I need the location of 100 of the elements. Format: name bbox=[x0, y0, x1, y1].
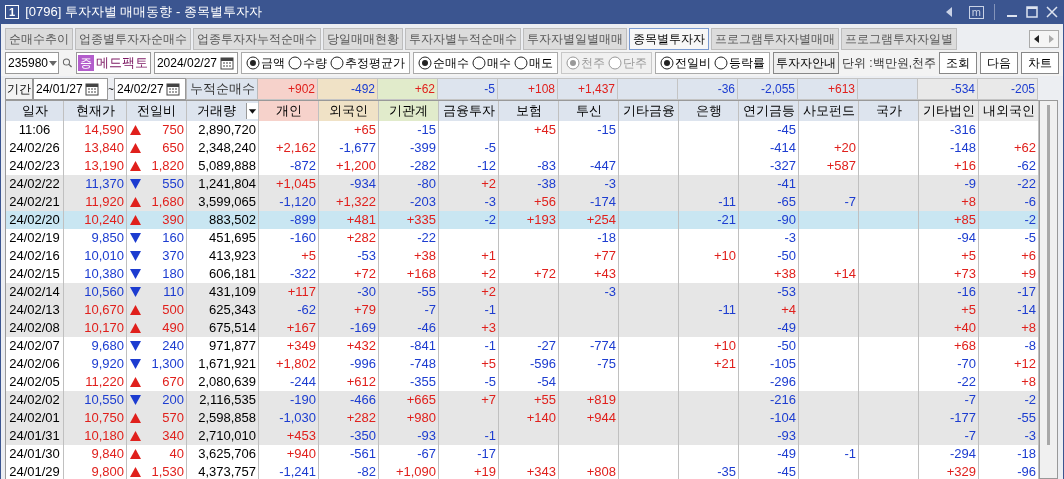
market-badge: 증 bbox=[78, 55, 94, 71]
scrollbar[interactable] bbox=[1040, 100, 1058, 479]
table-cell-text: 340 bbox=[161, 427, 184, 445]
date-field[interactable]: 2024/02/27 bbox=[153, 52, 238, 74]
table-cell-text: 1,680 bbox=[150, 193, 184, 211]
toolbar-button[interactable]: 다음 bbox=[980, 52, 1018, 74]
column-header[interactable]: 사모펀드 bbox=[799, 101, 859, 122]
toolbar-button[interactable]: 차트 bbox=[1021, 52, 1059, 74]
close-icon[interactable] bbox=[1045, 5, 1059, 19]
table-cell: +343 bbox=[499, 463, 559, 479]
column-header[interactable]: 연기금등 bbox=[739, 101, 799, 122]
table-row[interactable]: 24/02/02 10,550 200 2,116,535 -190 -466 +665 +7 +55 +819 -216 -7 -2 bbox=[6, 391, 1039, 409]
column-header[interactable]: 국가 bbox=[859, 101, 919, 122]
total-cell: -36 bbox=[678, 78, 738, 100]
tab[interactable]: 프로그램투자자일별 bbox=[841, 28, 957, 50]
column-header[interactable]: 전일비 bbox=[127, 101, 187, 122]
table-row[interactable]: 24/02/19 9,850 160 451,695 -160 +282 -22 -18 -3 -94 -5 bbox=[6, 229, 1039, 247]
tab[interactable]: 당일매매현황 bbox=[323, 28, 403, 50]
tab[interactable]: 종목별투자자 bbox=[629, 28, 709, 50]
from-date-field[interactable]: 24/01/27 bbox=[33, 78, 108, 100]
column-header[interactable]: 은행 bbox=[679, 101, 739, 122]
table-row[interactable]: 24/02/22 11,370 550 1,241,804 +1,045 -934 -80 +2 -38 -3 -41 -9 -22 bbox=[6, 175, 1039, 193]
menu-button[interactable]: m bbox=[968, 5, 984, 19]
table-row[interactable]: 24/02/13 10,670 500 625,343 -62 +79 -7 -1 -11 +4 +5 -14 bbox=[6, 301, 1039, 319]
radio-option[interactable]: 매수 bbox=[472, 54, 511, 72]
calendar-icon[interactable] bbox=[83, 81, 100, 97]
table-cell: +329 bbox=[919, 463, 979, 479]
table-cell-text: 110 bbox=[162, 283, 184, 301]
radio-option[interactable]: 순매수 bbox=[418, 54, 469, 72]
radio-option[interactable]: 매도 bbox=[514, 54, 553, 72]
toolbar-button[interactable]: 조회 bbox=[939, 52, 977, 74]
table-row[interactable]: 11:06 14,590 750 2,890,720 +65 -15 +45 -15 -45 -316 bbox=[6, 121, 1039, 139]
table-row[interactable]: 24/02/06 9,920 1,300 1,671,921 +1,802 -996 -748 +5 -596 -75 +21 -105 -70 +12 bbox=[6, 355, 1039, 373]
calendar-icon[interactable] bbox=[219, 55, 235, 71]
table-row[interactable]: 24/01/30 9,840 40 3,625,706 +940 -561 -67 -17 -49 -1 -294 -18 bbox=[6, 445, 1039, 463]
radio-option[interactable]: 추정평균가 bbox=[330, 54, 405, 72]
column-header[interactable]: 현재가 bbox=[64, 101, 127, 122]
range-separator: ~ bbox=[108, 82, 114, 97]
radio-option[interactable]: 전일비 bbox=[660, 54, 711, 72]
date-value: 24/02/27 bbox=[117, 81, 164, 98]
table-row[interactable]: 24/02/23 13,190 1,820 5,089,888 -872 +1,200 -282 -12 -83 -447 -327 +587 +16 -62 bbox=[6, 157, 1039, 175]
stock-name-field[interactable]: 증 메드팩토 bbox=[76, 52, 151, 74]
table-row[interactable]: 24/02/16 10,010 370 413,923 +5 -53 +38 +1 +77 +10 -50 +5 +6 bbox=[6, 247, 1039, 265]
column-header[interactable]: 금융투자 bbox=[439, 101, 499, 122]
code-field[interactable]: 235980 bbox=[5, 52, 60, 74]
total-cell: -534 bbox=[918, 78, 978, 100]
table-row[interactable]: 24/02/21 11,920 1,680 3,599,065 -1,120 +1,322 -203 -3 +56 -174 -11 -65 -7 +8 -6 bbox=[6, 193, 1039, 211]
table-row[interactable]: 24/02/01 10,750 570 2,598,858 -1,030 +282 +980 +140 +944 -104 -177 -55 bbox=[6, 409, 1039, 427]
total-cell: +62 bbox=[378, 78, 438, 100]
column-header[interactable]: 기관계 bbox=[379, 101, 439, 122]
table-cell: 4,373,757 bbox=[187, 463, 259, 479]
investor-guide-button[interactable]: 투자자안내 bbox=[773, 52, 839, 74]
column-header[interactable]: 외국인 bbox=[319, 101, 379, 122]
table-row[interactable]: 24/02/07 9,680 240 971,877 +349 +432 -841 -1 -27 -774 +10 -50 +68 -8 bbox=[6, 337, 1039, 355]
total-cell: -492 bbox=[318, 78, 378, 100]
total-cell: +613 bbox=[798, 78, 858, 100]
table-row[interactable]: 24/02/05 11,220 670 2,080,639 -244 +612 -355 -5 -54 -296 -22 +8 bbox=[6, 373, 1039, 391]
table-cell: -82 bbox=[319, 463, 379, 479]
column-header[interactable]: 개인 bbox=[259, 101, 319, 122]
totals-label: 누적순매수 bbox=[186, 78, 258, 100]
total-cell bbox=[858, 78, 918, 100]
column-header[interactable]: 거래량 bbox=[187, 101, 259, 122]
table-row[interactable]: 24/02/26 13,840 650 2,348,240 +2,162 -1,677 -399 -5 -414 +20 -148 +62 bbox=[6, 139, 1039, 157]
tab[interactable]: 순매수추이 bbox=[5, 28, 73, 50]
tab[interactable]: 투자자별누적순매수 bbox=[405, 28, 521, 50]
table-row[interactable]: 24/02/20 10,240 390 883,502 -899 +481 +335 -2 +193 +254 -21 -90 +85 -2 bbox=[6, 211, 1039, 229]
table-row[interactable]: 24/02/08 10,170 490 675,514 +167 -169 -46 +3 -49 +40 +8 bbox=[6, 319, 1039, 337]
table-cell-text: 1,820 bbox=[150, 157, 184, 175]
table-row[interactable]: 24/01/31 10,180 340 2,710,010 +453 -350 -93 -1 -93 -7 -3 bbox=[6, 427, 1039, 445]
table-cell: -1,241 bbox=[259, 463, 319, 479]
stock-name: 메드팩토 bbox=[96, 54, 148, 73]
tab[interactable]: 업종별투자자순매수 bbox=[75, 28, 191, 50]
maximize-icon[interactable] bbox=[1025, 5, 1039, 19]
table-cell: +1,090 bbox=[379, 463, 439, 479]
calendar-icon[interactable] bbox=[164, 81, 181, 97]
column-header[interactable]: 투신 bbox=[559, 101, 619, 122]
column-header[interactable]: 일자 bbox=[6, 101, 64, 122]
tab[interactable]: 업종투자자누적순매수 bbox=[193, 28, 321, 50]
radio-option[interactable]: 수량 bbox=[288, 54, 327, 72]
table-row[interactable]: 24/02/14 10,560 110 431,109 +117 -30 -55 +2 -3 -53 -16 -17 bbox=[6, 283, 1039, 301]
total-cell: -5 bbox=[438, 78, 498, 100]
table-cell-text: 500 bbox=[161, 301, 184, 319]
table-row[interactable]: 24/02/15 10,380 180 606,181 -322 +72 +168 +2 +72 +43 +38 +14 +73 +9 bbox=[6, 265, 1039, 283]
to-date-field[interactable]: 24/02/27 bbox=[114, 78, 186, 100]
tab[interactable]: 투자자별일별매매 bbox=[523, 28, 627, 50]
date-value: 2024/02/27 bbox=[156, 55, 217, 72]
column-header[interactable]: 기타법인 bbox=[919, 101, 979, 122]
table-cell: -96 bbox=[979, 463, 1039, 479]
table-cell-text: 490 bbox=[161, 319, 184, 337]
column-header[interactable]: 기타금융 bbox=[619, 101, 679, 122]
total-cell: +902 bbox=[258, 78, 318, 100]
table-row[interactable]: 24/01/29 9,800 1,530 4,373,757 -1,241 -82 +1,090 +19 +343 +808 -35 -45 +329 -96 bbox=[6, 463, 1039, 479]
caret-icon[interactable] bbox=[246, 102, 258, 119]
table-cell: 9,800 bbox=[64, 463, 127, 479]
radio-option[interactable]: 금액 bbox=[246, 54, 285, 72]
column-header[interactable]: 보험 bbox=[499, 101, 559, 122]
tab-scroll-buttons[interactable] bbox=[1029, 30, 1059, 48]
tab[interactable]: 프로그램투자자별매매 bbox=[711, 28, 839, 50]
column-header[interactable]: 내외국인 bbox=[979, 101, 1039, 122]
radio-option[interactable]: 등락률 bbox=[714, 54, 765, 72]
